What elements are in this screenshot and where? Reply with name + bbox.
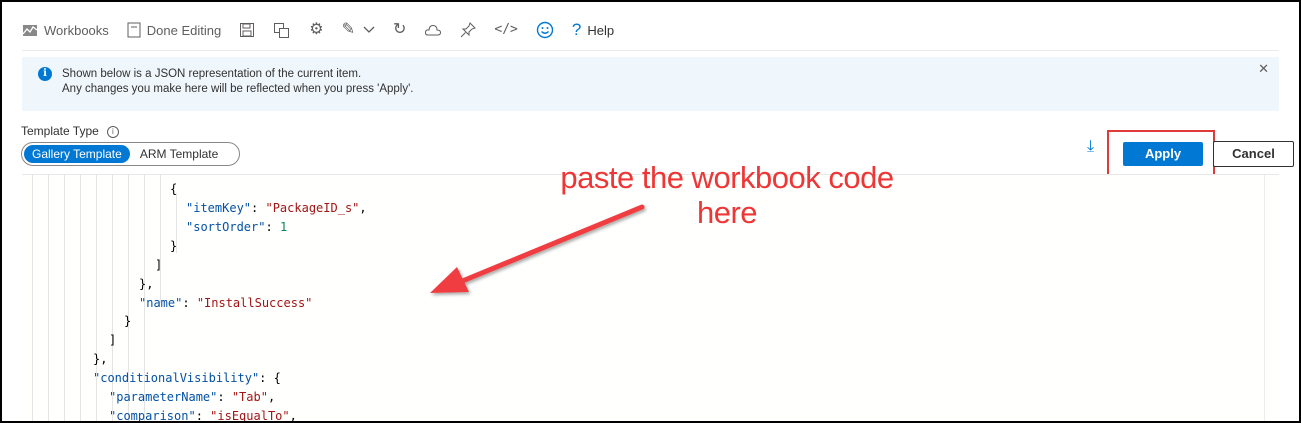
code-line: ] bbox=[155, 258, 163, 272]
info-message-bar: i Shown below is a JSON representation o… bbox=[22, 57, 1279, 111]
code-line: ] bbox=[109, 333, 117, 347]
refresh-icon: ↻ bbox=[393, 21, 407, 38]
edit-button[interactable]: ✎ bbox=[342, 22, 355, 38]
help-label: Help bbox=[587, 22, 615, 38]
template-type-text: Template Type bbox=[21, 124, 99, 138]
cancel-button[interactable]: Cancel bbox=[1213, 141, 1294, 167]
editor-scrollbar[interactable] bbox=[1264, 175, 1279, 421]
cloud-icon bbox=[425, 24, 442, 36]
done-editing-label: Done Editing bbox=[146, 22, 222, 38]
save-button[interactable] bbox=[239, 22, 255, 38]
workbooks-label: Workbooks bbox=[44, 22, 109, 38]
done-editing-button[interactable]: Done Editing bbox=[127, 22, 221, 38]
code-line: "comparison": "isEqualTo", bbox=[109, 409, 297, 421]
workbook-toolbar: Workbooks Done Editing ⚙ ✎ ↻ </> ? Help bbox=[22, 10, 1279, 51]
settings-button[interactable]: ⚙ bbox=[309, 22, 323, 38]
code-line: "itemKey": "PackageID_s", bbox=[186, 201, 367, 215]
help-button[interactable]: ? Help bbox=[571, 20, 615, 39]
save-as-button[interactable] bbox=[273, 22, 291, 38]
refresh-button[interactable]: ↻ bbox=[393, 22, 406, 38]
gallery-template-option[interactable]: Gallery Template bbox=[24, 145, 130, 163]
question-icon: ? bbox=[571, 20, 582, 39]
arm-template-option[interactable]: ARM Template bbox=[132, 145, 226, 163]
close-icon[interactable]: ✕ bbox=[1258, 61, 1269, 77]
code-line: } bbox=[124, 314, 132, 328]
advanced-editor-button[interactable]: </> bbox=[494, 22, 517, 38]
code-line: }, bbox=[139, 277, 154, 291]
code-line: } bbox=[170, 239, 178, 253]
annotation-line-1: paste the workbook code bbox=[560, 160, 894, 195]
annotation-text: paste the workbook code here bbox=[522, 160, 932, 230]
pin-icon bbox=[461, 22, 477, 38]
workbooks-button[interactable]: Workbooks bbox=[22, 22, 109, 38]
window-frame: Workbooks Done Editing ⚙ ✎ ↻ </> ? Help … bbox=[0, 0, 1301, 423]
info-text: Shown below is a JSON representation of … bbox=[62, 67, 414, 97]
smiley-feedback-button[interactable] bbox=[536, 21, 554, 39]
apply-highlight-box bbox=[1107, 130, 1215, 176]
pencil-icon: ✎ bbox=[341, 21, 355, 38]
more-dropdown[interactable] bbox=[363, 26, 375, 34]
pin-button[interactable] bbox=[460, 22, 477, 38]
code-icon: </> bbox=[494, 22, 518, 37]
done-editing-icon bbox=[127, 22, 141, 38]
code-line: { bbox=[170, 182, 178, 196]
download-icon[interactable]: ⤓ bbox=[1087, 138, 1094, 156]
save-icon bbox=[240, 23, 255, 37]
code-line: "parameterName": "Tab", bbox=[109, 390, 276, 404]
annotation-line-2: here bbox=[696, 195, 758, 230]
feedback-button[interactable] bbox=[424, 22, 442, 38]
info-line-2: Any changes you make here will be reflec… bbox=[62, 83, 414, 95]
save-as-icon bbox=[274, 23, 290, 38]
code-line: }, bbox=[93, 352, 108, 366]
workbooks-icon bbox=[22, 25, 38, 36]
info-circle-icon[interactable]: i bbox=[106, 126, 119, 138]
code-line: "conditionalVisibility": { bbox=[93, 371, 281, 385]
chevron-down-icon bbox=[363, 26, 375, 33]
info-line-1: Shown below is a JSON representation of … bbox=[62, 68, 362, 80]
code-line: "name": "InstallSuccess" bbox=[139, 296, 313, 310]
smiley-icon bbox=[536, 21, 554, 39]
gear-icon: ⚙ bbox=[309, 21, 324, 38]
info-icon: i bbox=[38, 67, 52, 81]
code-line: "sortOrder": 1 bbox=[186, 220, 288, 234]
template-type-toggle: Gallery Template ARM Template bbox=[21, 142, 240, 166]
template-type-label: Template Type i bbox=[21, 124, 119, 138]
